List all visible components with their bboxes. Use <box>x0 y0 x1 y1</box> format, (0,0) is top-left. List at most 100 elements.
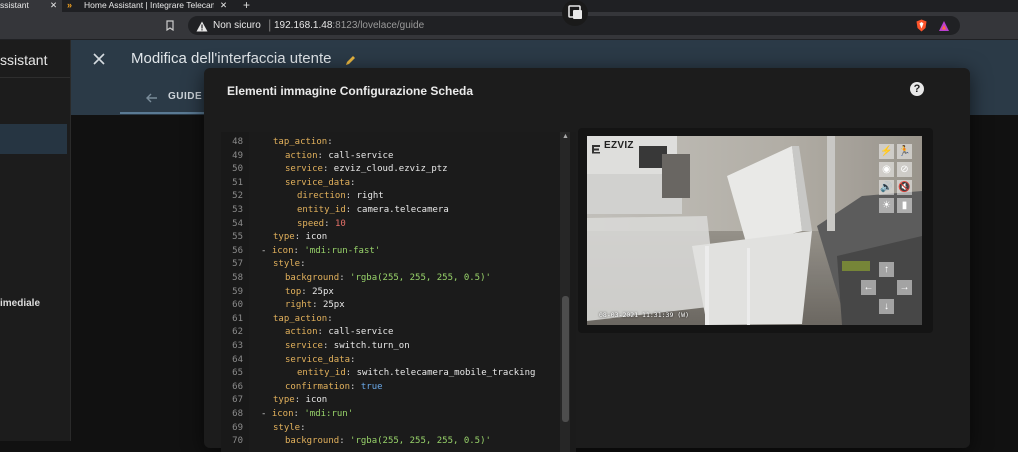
code-token: : <box>350 177 356 188</box>
volume-off-icon[interactable]: 🔇 <box>897 180 912 195</box>
code-token: : <box>327 313 333 324</box>
ptz-up-icon[interactable]: ↑ <box>879 262 894 277</box>
code-line[interactable]: 59 top: 25px <box>221 286 571 300</box>
code-token: : <box>294 232 306 243</box>
code-token: type <box>273 395 295 406</box>
code-text: action: call-service <box>285 150 393 164</box>
volume-high-icon[interactable]: 🔊 <box>879 180 894 195</box>
sidebar-item-media[interactable]: imediale <box>0 298 40 309</box>
line-number: 57 <box>232 259 243 270</box>
browser-tab[interactable]: ssistant ✕ <box>0 0 62 12</box>
ha-sidebar: ssistant imediale <box>0 40 71 441</box>
code-token: background <box>285 273 340 283</box>
brave-shields-icon[interactable] <box>916 19 927 37</box>
url-host: 192.168.1.48 <box>274 20 333 31</box>
line-number: 64 <box>232 354 243 365</box>
code-line[interactable]: 63 service: switch.turn_on <box>221 340 571 354</box>
arrow-left-icon[interactable] <box>146 90 158 108</box>
code-token: : <box>312 300 323 311</box>
close-tab-icon[interactable]: ✕ <box>220 0 227 10</box>
brightness-icon[interactable]: ☀ <box>879 198 894 213</box>
code-line[interactable]: 49 action: call-service <box>221 150 571 164</box>
line-number: 62 <box>232 327 243 338</box>
tab-guide[interactable]: GUIDE <box>168 91 202 102</box>
code-text: - icon: 'mdi:run-fast' <box>261 245 380 259</box>
new-tab-button[interactable]: + <box>243 0 250 12</box>
code-token: : <box>324 218 335 229</box>
code-line[interactable]: 69 style: <box>221 422 571 436</box>
code-token: 10 <box>334 218 346 229</box>
line-number: 52 <box>232 191 243 202</box>
ptz-left-icon[interactable]: ← <box>861 280 876 295</box>
scroll-up-icon[interactable]: ▲ <box>562 133 569 140</box>
code-line[interactable]: 66 confirmation: true <box>221 381 571 395</box>
code-line[interactable]: 68 - icon: 'mdi:run' <box>221 408 571 422</box>
code-token: ezviz_cloud.ezviz_ptz <box>333 164 448 175</box>
code-line[interactable]: 57 style: <box>221 258 571 272</box>
browser-tab-title: Home Assistant | Integrare Telecamere <box>84 0 214 10</box>
code-token: background <box>285 436 340 447</box>
code-token: true <box>360 381 383 392</box>
code-text: tap_action: <box>273 136 333 150</box>
picture-in-picture-icon[interactable] <box>562 0 588 26</box>
code-token: confirmation <box>285 381 351 392</box>
run-fast-icon[interactable]: ⚡ <box>879 144 894 159</box>
code-line[interactable]: 53 entity_id: camera.telecamera <box>221 204 571 218</box>
code-text: - icon: 'mdi:run' <box>261 408 353 422</box>
code-token: - <box>261 409 272 419</box>
code-token: icon <box>305 395 328 406</box>
bookmark-icon[interactable] <box>166 18 174 32</box>
code-line[interactable]: 65 entity_id: switch.telecamera_mobile_tr… <box>221 367 571 381</box>
help-icon[interactable]: ? <box>910 82 924 96</box>
code-token: call-service <box>328 150 394 161</box>
line-number: 70 <box>232 436 243 447</box>
code-token: tap_action <box>273 137 328 147</box>
code-token: - <box>261 245 272 256</box>
close-tab-icon[interactable]: ✕ <box>50 0 57 10</box>
code-token: top <box>285 286 302 297</box>
ptz-right-icon[interactable]: → <box>897 280 912 295</box>
warning-icon[interactable] <box>196 19 208 37</box>
code-token: : <box>293 409 305 419</box>
sidebar-item-selected[interactable] <box>0 124 67 154</box>
line-number: 58 <box>232 273 243 283</box>
eye-icon[interactable]: ◉ <box>879 162 894 177</box>
code-line[interactable]: 51 service_data: <box>221 177 571 191</box>
code-line[interactable]: 64 service_data: <box>221 354 571 368</box>
brave-rewards-icon[interactable] <box>938 19 950 37</box>
line-number: 61 <box>232 313 243 324</box>
code-line[interactable]: 48 tap_action: <box>221 136 571 150</box>
code-line[interactable]: 70 background: 'rgba(255, 255, 255, 0.5)' <box>221 435 571 449</box>
line-number: 69 <box>232 422 243 433</box>
code-token: : <box>339 273 351 283</box>
code-line[interactable]: 62 action: call-service <box>221 326 571 340</box>
code-line[interactable]: 54 speed: 10 <box>221 218 571 232</box>
code-line[interactable]: 52 direction: right <box>221 190 571 204</box>
ptz-down-icon[interactable]: ↓ <box>879 299 894 314</box>
ezviz-logo-icon <box>591 141 601 159</box>
code-line[interactable]: 50 service: ezviz_cloud.ezviz_ptz <box>221 163 571 177</box>
code-token: action <box>285 327 318 338</box>
code-token: : <box>345 191 357 202</box>
code-line[interactable]: 67 type: icon <box>221 394 571 408</box>
code-line[interactable]: 60 right: 25px <box>221 299 571 313</box>
code-line[interactable]: 55 type: icon <box>221 231 571 245</box>
code-text: action: call-service <box>285 326 393 340</box>
code-token: : <box>345 205 357 215</box>
yaml-code-editor[interactable]: 48 tap_action: 49 action: call-service 50 ser… <box>221 132 576 452</box>
eye-off-icon[interactable]: ⊘ <box>897 162 912 177</box>
code-token: : <box>317 150 329 161</box>
code-line[interactable]: 56 - icon: 'mdi:run-fast' <box>221 245 571 259</box>
home-assistant-logo-icon: » <box>67 0 73 10</box>
code-token: icon <box>271 409 294 419</box>
code-line[interactable]: 58 background: 'rgba(255, 255, 255, 0.5)' <box>221 272 571 286</box>
led-icon[interactable]: ▮ <box>897 198 912 213</box>
card-config-dialog: Elementi immagine Configurazione Scheda … <box>204 68 970 452</box>
run-icon[interactable]: 🏃 <box>897 144 912 159</box>
code-text: background: 'rgba(255, 255, 255, 0.5)' <box>285 435 491 449</box>
code-line[interactable]: 61 tap_action: <box>221 313 571 327</box>
editor-scrollbar-thumb[interactable] <box>562 296 569 422</box>
code-token: camera.telecamera <box>356 205 449 215</box>
close-icon[interactable] <box>93 52 105 70</box>
browser-tab[interactable]: » Home Assistant | Integrare Telecamere … <box>64 0 232 12</box>
